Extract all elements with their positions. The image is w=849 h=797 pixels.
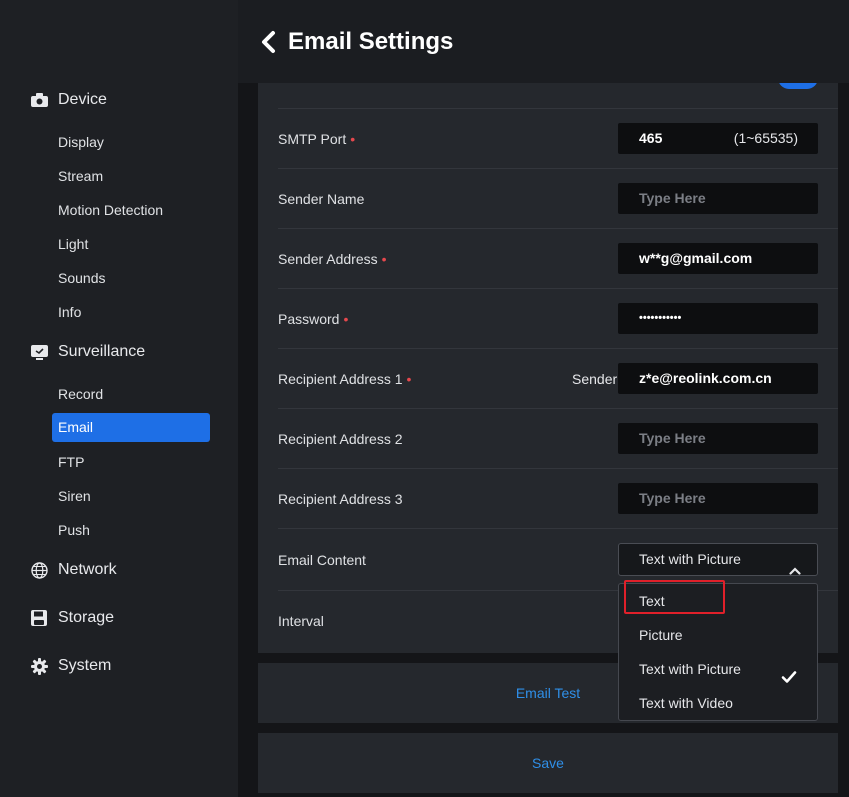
sidebar-item-ftp[interactable]: FTP bbox=[52, 448, 210, 477]
recipient-3-label: Recipient Address 3 bbox=[278, 491, 403, 507]
sidebar-item-record[interactable]: Record bbox=[52, 380, 210, 409]
sidebar-item-light[interactable]: Light bbox=[52, 230, 210, 259]
nav-group-network[interactable]: Network bbox=[30, 561, 117, 579]
sidebar-item-stream[interactable]: Stream bbox=[52, 162, 210, 191]
toggle-switch[interactable] bbox=[778, 83, 818, 89]
sender-tag: Sender bbox=[572, 371, 618, 387]
required-mark: • bbox=[381, 251, 387, 267]
nav-group-system[interactable]: System bbox=[30, 657, 111, 675]
required-mark: • bbox=[350, 131, 356, 147]
row-recipient-1: Recipient Address 1 • Sender z*e@reolink.… bbox=[278, 349, 838, 409]
save-icon bbox=[30, 609, 48, 627]
smtp-port-input[interactable]: 465 (1~65535) bbox=[618, 123, 818, 154]
sidebar-item-siren[interactable]: Siren bbox=[52, 482, 210, 511]
sender-name-input[interactable]: Type Here bbox=[618, 183, 818, 214]
row-smtp-port: SMTP Port • 465 (1~65535) bbox=[278, 109, 838, 169]
interval-label: Interval bbox=[278, 613, 324, 629]
nav-group-surveillance[interactable]: Surveillance bbox=[30, 343, 145, 361]
nav-group-label: Storage bbox=[58, 609, 115, 626]
page-header: Email Settings bbox=[238, 0, 849, 83]
camera-icon bbox=[30, 91, 48, 109]
row-email-content: Email Content Text with Picture bbox=[278, 529, 838, 591]
nav-group-label: Surveillance bbox=[58, 343, 146, 360]
chevron-up-icon bbox=[789, 555, 801, 575]
port-range-hint: (1~65535) bbox=[733, 130, 798, 146]
checkmark-icon bbox=[781, 662, 797, 683]
settings-panel: SMTP Port • 465 (1~65535) Sender Name Type… bbox=[258, 83, 838, 653]
sidebar-item-motion-detection[interactable]: Motion Detection bbox=[52, 196, 210, 225]
monitor-icon bbox=[30, 343, 48, 361]
row-recipient-2: Recipient Address 2 Type Here bbox=[278, 409, 838, 469]
required-mark: • bbox=[343, 311, 349, 327]
scrolled-row bbox=[278, 83, 838, 109]
recipient-1-label: Recipient Address 1 bbox=[278, 371, 403, 387]
row-sender-address: Sender Address • w**g@gmail.com bbox=[278, 229, 838, 289]
sidebar: Device Display Stream Motion Detection L… bbox=[0, 0, 238, 797]
dropdown-option-text[interactable]: Text bbox=[619, 584, 817, 618]
recipient-2-label: Recipient Address 2 bbox=[278, 431, 403, 447]
email-content-select[interactable]: Text with Picture bbox=[618, 543, 818, 576]
save-button[interactable]: Save bbox=[258, 733, 838, 793]
sender-address-label: Sender Address bbox=[278, 251, 378, 267]
required-mark: • bbox=[406, 371, 412, 387]
recipient-2-input[interactable]: Type Here bbox=[618, 423, 818, 454]
sidebar-item-info[interactable]: Info bbox=[52, 298, 210, 327]
email-content-dropdown: Text Picture Text with Picture Text with… bbox=[618, 583, 818, 721]
email-content-value: Text with Picture bbox=[639, 551, 741, 567]
nav-group-label: System bbox=[58, 657, 112, 674]
sidebar-item-email[interactable]: Email bbox=[52, 413, 210, 442]
nav-group-label: Network bbox=[58, 561, 117, 578]
option-label: Text with Picture bbox=[639, 661, 741, 677]
gear-icon bbox=[30, 657, 48, 675]
sender-name-label: Sender Name bbox=[278, 191, 365, 207]
row-recipient-3: Recipient Address 3 Type Here bbox=[278, 469, 838, 529]
back-icon[interactable] bbox=[260, 30, 280, 56]
smtp-port-label: SMTP Port bbox=[278, 131, 347, 147]
nav-group-device[interactable]: Device bbox=[30, 91, 107, 109]
row-sender-name: Sender Name Type Here bbox=[278, 169, 838, 229]
password-input[interactable]: ••••••••••• bbox=[618, 303, 818, 334]
dropdown-option-picture[interactable]: Picture bbox=[619, 618, 817, 652]
save-box: Save bbox=[258, 733, 838, 793]
nav-group-label: Device bbox=[58, 91, 107, 108]
row-password: Password • ••••••••••• bbox=[278, 289, 838, 349]
recipient-3-input[interactable]: Type Here bbox=[618, 483, 818, 514]
dropdown-option-text-with-video[interactable]: Text with Video bbox=[619, 686, 817, 720]
sender-address-input[interactable]: w**g@gmail.com bbox=[618, 243, 818, 274]
sidebar-item-sounds[interactable]: Sounds bbox=[52, 264, 210, 293]
globe-icon bbox=[30, 561, 48, 579]
page-title: Email Settings bbox=[288, 28, 454, 55]
sidebar-item-push[interactable]: Push bbox=[52, 516, 210, 545]
password-label: Password bbox=[278, 311, 340, 327]
recipient-1-input[interactable]: z*e@reolink.com.cn bbox=[618, 363, 818, 394]
smtp-port-value: 465 bbox=[639, 130, 663, 146]
sidebar-item-display[interactable]: Display bbox=[52, 128, 210, 157]
nav-group-storage[interactable]: Storage bbox=[30, 609, 114, 627]
dropdown-option-text-with-picture[interactable]: Text with Picture bbox=[619, 652, 817, 686]
email-content-label: Email Content bbox=[278, 552, 366, 568]
